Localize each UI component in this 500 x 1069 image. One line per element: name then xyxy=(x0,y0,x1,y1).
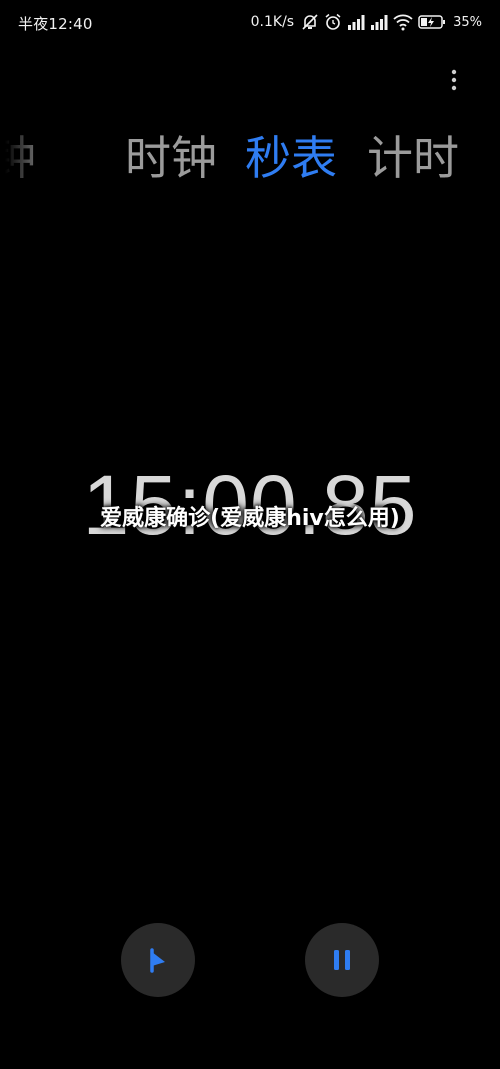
tab-alarm[interactable]: 闹钟 xyxy=(0,125,36,191)
tab-clock[interactable]: 时钟 xyxy=(125,125,217,191)
more-vert-icon xyxy=(451,69,457,91)
overlay-title: 爱威康确诊(爱威康hiv怎么用) xyxy=(100,506,400,531)
tab-timer[interactable]: 计时 xyxy=(367,125,459,191)
notification-muted-icon xyxy=(301,13,319,31)
pause-icon xyxy=(334,950,350,970)
alarm-icon xyxy=(324,13,342,31)
tab-fade-right xyxy=(460,125,500,195)
battery-charging-icon xyxy=(418,13,446,31)
signal-icon xyxy=(347,13,365,31)
lap-button[interactable] xyxy=(121,923,195,997)
status-time: 半夜12:40 xyxy=(18,15,93,33)
network-speed: 0.1K/s xyxy=(250,14,295,30)
flag-icon xyxy=(150,948,165,973)
tab-bar: 闹钟 时钟 秒表 计时 xyxy=(0,125,500,195)
more-options-button[interactable] xyxy=(440,64,468,96)
status-icons: 0.1K/s 35% xyxy=(251,12,482,32)
status-bar: 半夜12:40 0.1K/s 35% xyxy=(0,0,500,46)
battery-percent: 35% xyxy=(453,14,482,30)
signal-icon xyxy=(370,13,388,31)
tab-stopwatch[interactable]: 秒表 xyxy=(245,125,337,191)
pause-button[interactable] xyxy=(305,923,379,997)
wifi-icon xyxy=(393,13,413,31)
